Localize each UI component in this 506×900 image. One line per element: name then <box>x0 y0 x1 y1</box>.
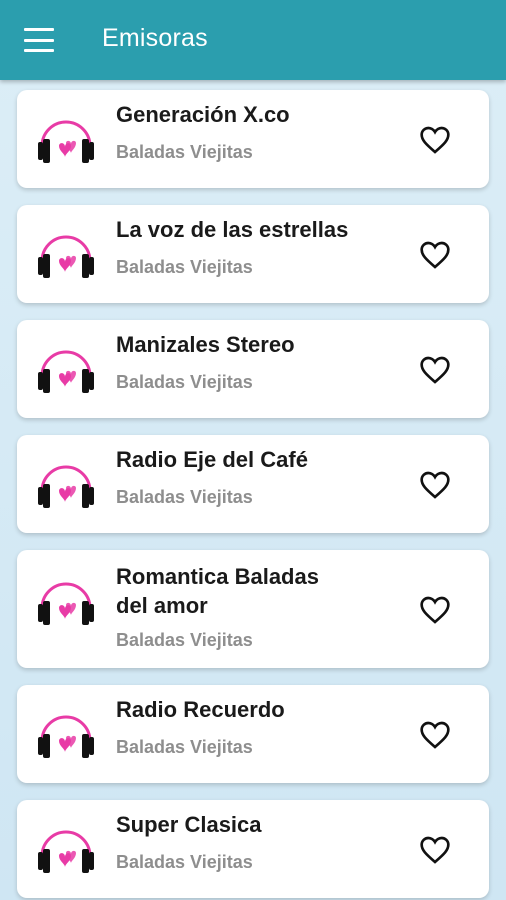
station-genre: Baladas Viejitas <box>116 257 253 277</box>
headphones-heart-icon <box>38 465 94 508</box>
station-list[interactable]: Generación X.co Baladas Viejitas La voz … <box>0 80 506 900</box>
favorite-heart-icon[interactable] <box>419 125 451 155</box>
station-genre: Baladas Viejitas <box>116 630 253 650</box>
favorite-heart-icon[interactable] <box>419 595 451 625</box>
station-name: Radio Eje del Café <box>116 447 308 472</box>
station-name: Romantica Baladas del amor <box>116 564 319 618</box>
favorite-heart-icon[interactable] <box>419 835 451 865</box>
headphones-heart-icon <box>38 582 94 625</box>
station-card[interactable]: Radio Recuerdo Baladas Viejitas <box>17 685 489 783</box>
station-genre: Baladas Viejitas <box>116 142 253 162</box>
station-card[interactable]: Romantica Baladas del amor Baladas Vieji… <box>17 550 489 668</box>
station-name: La voz de las estrellas <box>116 217 349 242</box>
station-genre: Baladas Viejitas <box>116 737 253 757</box>
station-card[interactable]: Generación X.co Baladas Viejitas <box>17 90 489 188</box>
station-genre: Baladas Viejitas <box>116 852 253 872</box>
station-name: Super Clasica <box>116 812 262 837</box>
station-card[interactable]: Radio Eje del Café Baladas Viejitas <box>17 435 489 533</box>
headphones-heart-icon <box>38 350 94 393</box>
station-genre: Baladas Viejitas <box>116 372 253 392</box>
headphones-heart-icon <box>38 830 94 873</box>
station-name: Manizales Stereo <box>116 332 295 357</box>
headphones-heart-icon <box>38 235 94 278</box>
favorite-heart-icon[interactable] <box>419 355 451 385</box>
station-card[interactable]: La voz de las estrellas Baladas Viejitas <box>17 205 489 303</box>
favorite-heart-icon[interactable] <box>419 720 451 750</box>
station-name: Generación X.co <box>116 102 290 127</box>
station-genre: Baladas Viejitas <box>116 487 253 507</box>
favorite-heart-icon[interactable] <box>419 470 451 500</box>
page-title: Emisoras <box>102 24 208 52</box>
station-card[interactable]: Super Clasica Baladas Viejitas <box>17 800 489 898</box>
hamburger-menu-icon[interactable] <box>24 28 54 52</box>
favorite-heart-icon[interactable] <box>419 240 451 270</box>
station-name: Radio Recuerdo <box>116 697 285 722</box>
headphones-heart-icon <box>38 715 94 758</box>
station-card[interactable]: Manizales Stereo Baladas Viejitas <box>17 320 489 418</box>
headphones-heart-icon <box>38 120 94 163</box>
app-bar: Emisoras <box>0 0 506 80</box>
